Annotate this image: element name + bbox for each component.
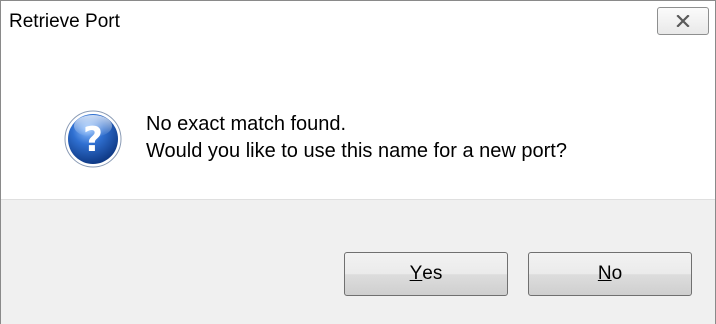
no-button[interactable]: No bbox=[528, 252, 692, 296]
message-line-2: Would you like to use this name for a ne… bbox=[146, 140, 567, 162]
dialog-content: ? No exact match found. Would you like t… bbox=[1, 43, 715, 199]
no-mnemonic: N bbox=[597, 263, 612, 284]
no-label-rest: o bbox=[611, 263, 623, 284]
title-bar: Retrieve Port bbox=[1, 1, 715, 43]
svg-text:?: ? bbox=[83, 120, 103, 160]
message-line-1: No exact match found. bbox=[146, 113, 347, 135]
yes-mnemonic: Y bbox=[409, 263, 423, 284]
button-bar: Yes No bbox=[1, 199, 715, 324]
message-text: No exact match found. Would you like to … bbox=[146, 111, 567, 165]
question-icon: ? bbox=[64, 110, 122, 168]
close-x-icon bbox=[676, 15, 690, 27]
close-button[interactable] bbox=[657, 7, 709, 35]
yes-button[interactable]: Yes bbox=[344, 252, 508, 296]
retrieve-port-dialog: Retrieve Port ? No exact match found. Wo… bbox=[0, 0, 716, 324]
yes-label-rest: es bbox=[422, 263, 443, 284]
window-title: Retrieve Port bbox=[9, 11, 120, 32]
